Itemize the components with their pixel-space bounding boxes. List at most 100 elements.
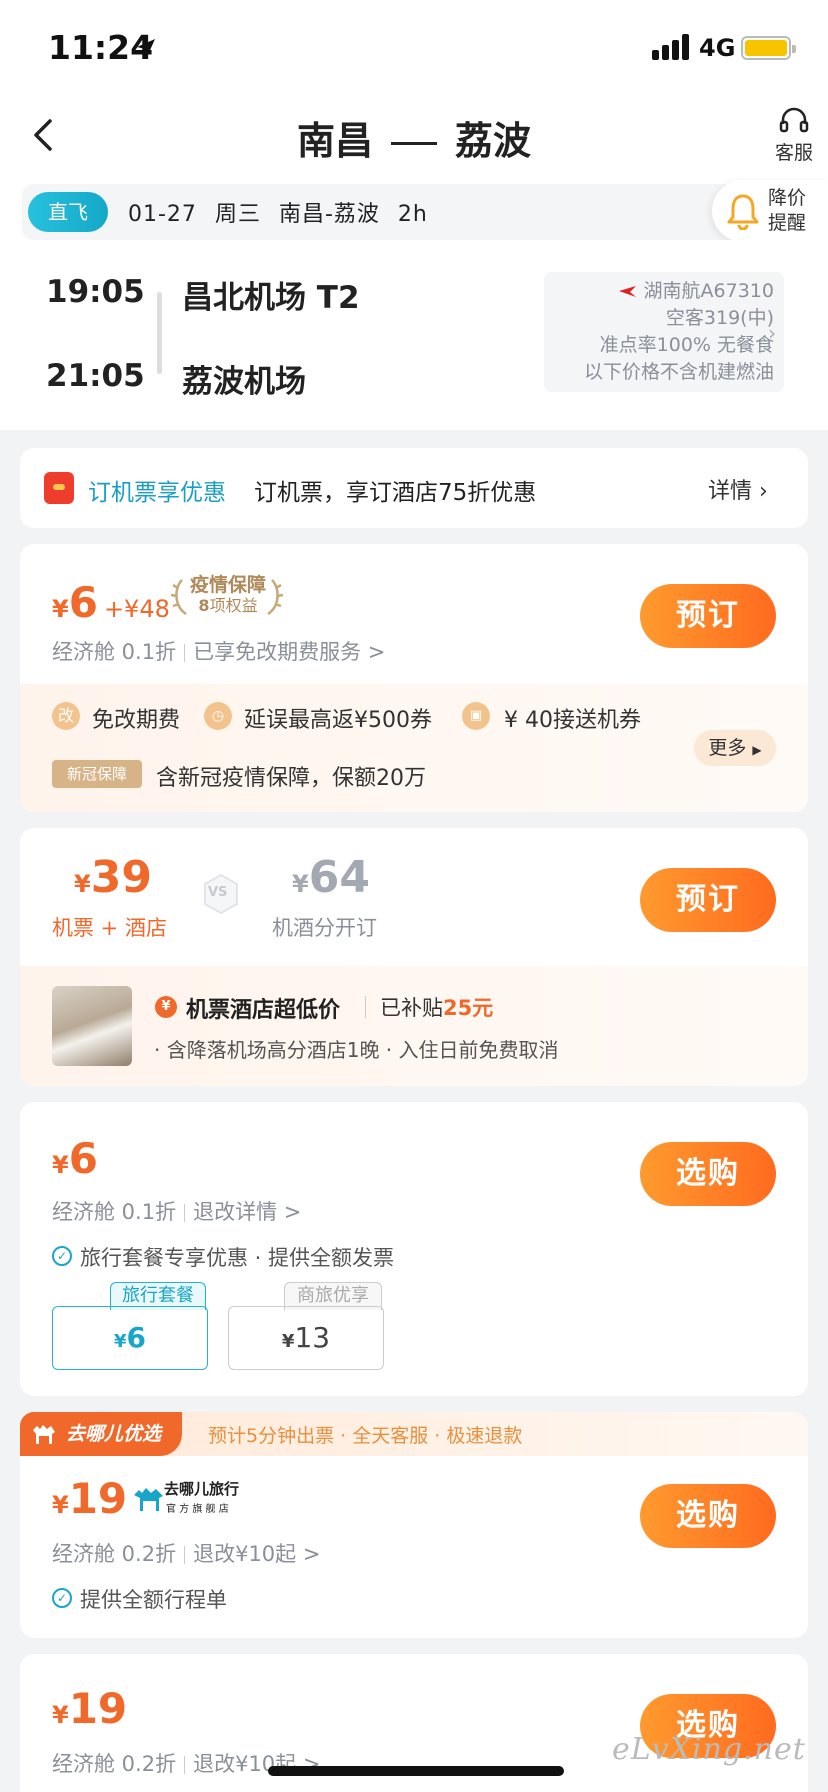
bundle-detail-text: · 含降落机场高分酒店1晚 · 入住日前免费取消	[154, 1038, 559, 1062]
bundle-price: ¥39	[74, 852, 152, 903]
departure-time: 19:05	[46, 274, 145, 310]
epidemic-protection-title: 疫情保障	[189, 574, 266, 596]
buy-button-4[interactable]: 选购	[640, 1484, 776, 1548]
check-icon: ✓	[52, 1588, 72, 1608]
fare5-cabin: 经济舱 0.2折	[52, 1752, 177, 1776]
covid-protection-tag: 新冠保障	[52, 760, 142, 788]
fare4-price: ¥19	[52, 1474, 127, 1523]
fare1-cabin: 经济舱 0.1折	[52, 640, 177, 664]
red-packet-icon	[44, 472, 74, 504]
fare5-price-value: 19	[68, 1684, 128, 1733]
location-arrow-icon	[137, 39, 155, 57]
airline-flight-no: 湖南航A67310	[643, 280, 774, 302]
covid-protection-text: 含新冠疫情保障，保额20万	[156, 766, 426, 791]
qunar-brand-name: 去哪儿旅行	[164, 1480, 240, 1498]
buy-button-3[interactable]: 选购	[640, 1142, 776, 1206]
subsidy-amount: 25元	[443, 996, 494, 1020]
fare4-cabin: 经济舱 0.2折	[52, 1542, 177, 1566]
benefit-transfer-coupon: ¥ 40接送机券	[504, 708, 641, 733]
service-label: 客服	[774, 142, 813, 164]
car-icon: ▣	[462, 702, 490, 730]
fare3-feature: 旅行套餐专享优惠 · 提供全额发票	[80, 1246, 395, 1270]
promo-details-link[interactable]: 详情 ›	[708, 473, 768, 505]
qunar-brand-sub: 官 方 旗 舰 店	[166, 1504, 229, 1515]
home-indicator[interactable]	[268, 1766, 564, 1776]
fare3-cabin: 经济舱 0.1折	[52, 1200, 177, 1224]
bundle-price-value: 39	[90, 852, 152, 903]
benefit-count-label: 项权益	[209, 596, 258, 615]
price-note: 以下价格不含机建燃油	[583, 361, 774, 383]
fare4-feature: 提供全额行程单	[80, 1588, 227, 1612]
qunar-promo-text: 预计5分钟出票 · 全天客服 · 极速退款	[208, 1425, 523, 1447]
flight-date: 01-27	[128, 202, 197, 227]
fare1-subinfo: 经济舱 0.1折 已享免改期费服务 >	[52, 636, 385, 666]
fare3-subinfo: 经济舱 0.1折 退改详情 >	[52, 1196, 301, 1226]
flight-date-info: 01-27 周三 南昌-荔波 2h	[128, 196, 446, 228]
qunar-logo-icon	[134, 1488, 163, 1511]
signal-icon	[652, 34, 689, 60]
customer-service-button[interactable]: 客服	[770, 106, 818, 165]
benefit-free-reschedule: 免改期费	[92, 708, 181, 733]
separate-price-label: 机酒分开订	[272, 916, 377, 940]
hotel-room-image	[52, 986, 132, 1066]
benefit-count: 8	[198, 596, 210, 615]
option-business-price: 13	[294, 1321, 331, 1354]
book-button-2[interactable]: 预订	[640, 868, 776, 932]
currency-symbol: ¥	[113, 1331, 127, 1352]
currency-symbol: ¥	[281, 1331, 295, 1352]
route-line	[157, 292, 162, 374]
fare4-subinfo: 经济舱 0.2折 退改¥10起 >	[52, 1538, 320, 1568]
bundle-title: 机票酒店超低价	[186, 998, 341, 1023]
subsidy-label: 已补贴	[380, 996, 443, 1020]
currency-symbol: ¥	[52, 595, 69, 623]
flight-info-box[interactable]: 湖南航A67310 空客319(中) 准点率100% 无餐食 以下价格不含机建燃…	[544, 272, 784, 392]
watermark: eLvXing.net	[612, 1732, 806, 1767]
route-to: 荔波	[455, 119, 532, 163]
aircraft-type: 空客319(中)	[665, 307, 774, 329]
subsidy-info: 已补贴25元	[380, 992, 493, 1022]
caret-right-icon: ▶	[752, 743, 762, 757]
fare4-refund-link[interactable]: 退改¥10起 >	[193, 1542, 320, 1566]
vs-label: VS	[208, 885, 228, 900]
check-icon: ✓	[52, 1246, 72, 1266]
separate-price-value: 64	[308, 852, 370, 903]
fare5-price: ¥19	[52, 1684, 127, 1733]
book-button-1[interactable]: 预订	[640, 584, 776, 648]
currency-symbol: ¥	[292, 870, 309, 898]
departure-airport: 昌北机场 T2	[182, 280, 360, 316]
bundle-detail-panel[interactable]	[20, 966, 808, 1086]
epidemic-protection-sub: 8项权益	[186, 596, 270, 616]
more-benefits-button[interactable]: 更多 ▶	[694, 730, 776, 766]
promo-text: 订机票，享订酒店75折优惠	[254, 480, 537, 506]
fare1-price-value: 6	[68, 578, 98, 627]
flight-duration: 2h	[397, 202, 428, 227]
fare3-price-value: 6	[68, 1134, 98, 1183]
fare1-service[interactable]: 已享免改期费服务 >	[193, 640, 385, 664]
currency-symbol: ¥	[52, 1491, 69, 1519]
divider	[365, 996, 366, 1018]
currency-symbol: ¥	[52, 1701, 69, 1729]
fare3-refund-link[interactable]: 退改详情 >	[193, 1200, 301, 1224]
arrival-time: 21:05	[46, 358, 145, 394]
flight-weekday: 周三	[214, 202, 261, 227]
more-label: 更多	[708, 737, 747, 759]
clock-icon: ◷	[204, 702, 232, 730]
fare1-addon: +¥48	[103, 595, 170, 623]
price-alert-button[interactable]: 降价提醒	[712, 180, 828, 242]
battery-icon	[741, 36, 796, 60]
option-business[interactable]: ¥13	[228, 1306, 384, 1370]
airline-row: 湖南航A67310	[544, 278, 774, 305]
option-travel-package[interactable]: ¥6	[52, 1306, 208, 1370]
benefit-delay-coupon: 延误最高返¥500券	[244, 708, 432, 733]
flight-route: 南昌-荔波	[278, 202, 380, 227]
fare4-price-value: 19	[68, 1474, 128, 1523]
direct-flight-tag: 直飞	[28, 192, 108, 232]
bell-icon	[727, 194, 759, 230]
route-from: 南昌	[296, 119, 373, 163]
separate-price: ¥64	[292, 852, 370, 903]
promo-title: 订机票享优惠	[88, 480, 226, 506]
airline-logo-icon	[618, 286, 636, 297]
currency-symbol: ¥	[74, 870, 91, 898]
price-alert-label: 降价提醒	[768, 187, 807, 234]
coin-icon: ¥	[155, 996, 177, 1018]
